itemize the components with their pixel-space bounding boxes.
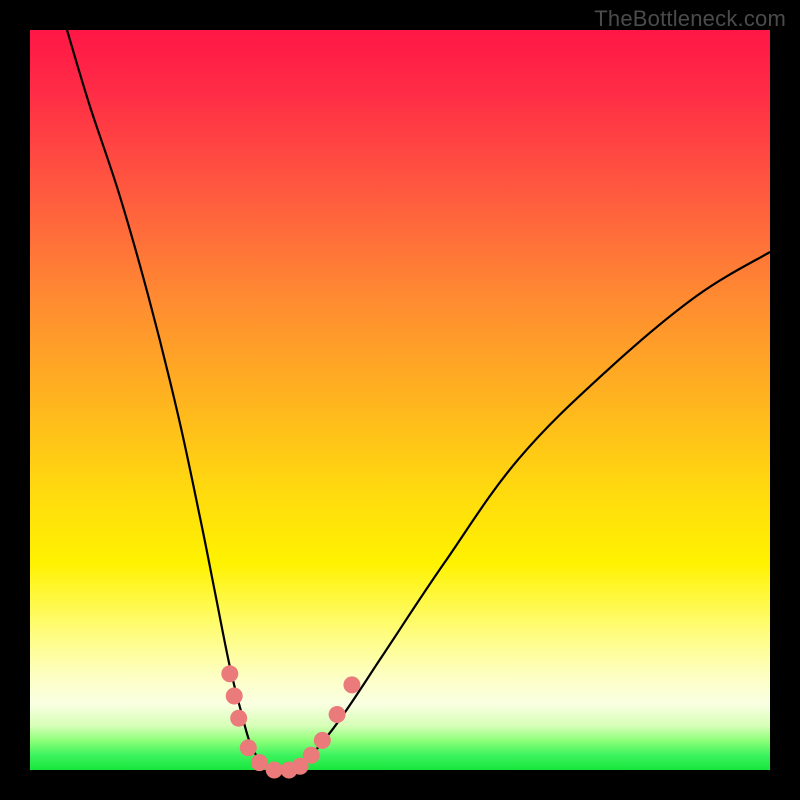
marker-dot [226, 688, 243, 705]
marker-dot [303, 747, 320, 764]
marker-dot [329, 706, 346, 723]
curve-markers [221, 665, 360, 778]
marker-dot [230, 710, 247, 727]
marker-dot [240, 739, 257, 756]
marker-dot [221, 665, 238, 682]
marker-dot [343, 676, 360, 693]
curve-svg [30, 30, 770, 770]
watermark-text: TheBottleneck.com [594, 6, 786, 32]
marker-dot [266, 762, 283, 779]
chart-frame: TheBottleneck.com [0, 0, 800, 800]
marker-dot [314, 732, 331, 749]
bottleneck-curve [67, 30, 770, 770]
plot-area [30, 30, 770, 770]
marker-dot [251, 754, 268, 771]
